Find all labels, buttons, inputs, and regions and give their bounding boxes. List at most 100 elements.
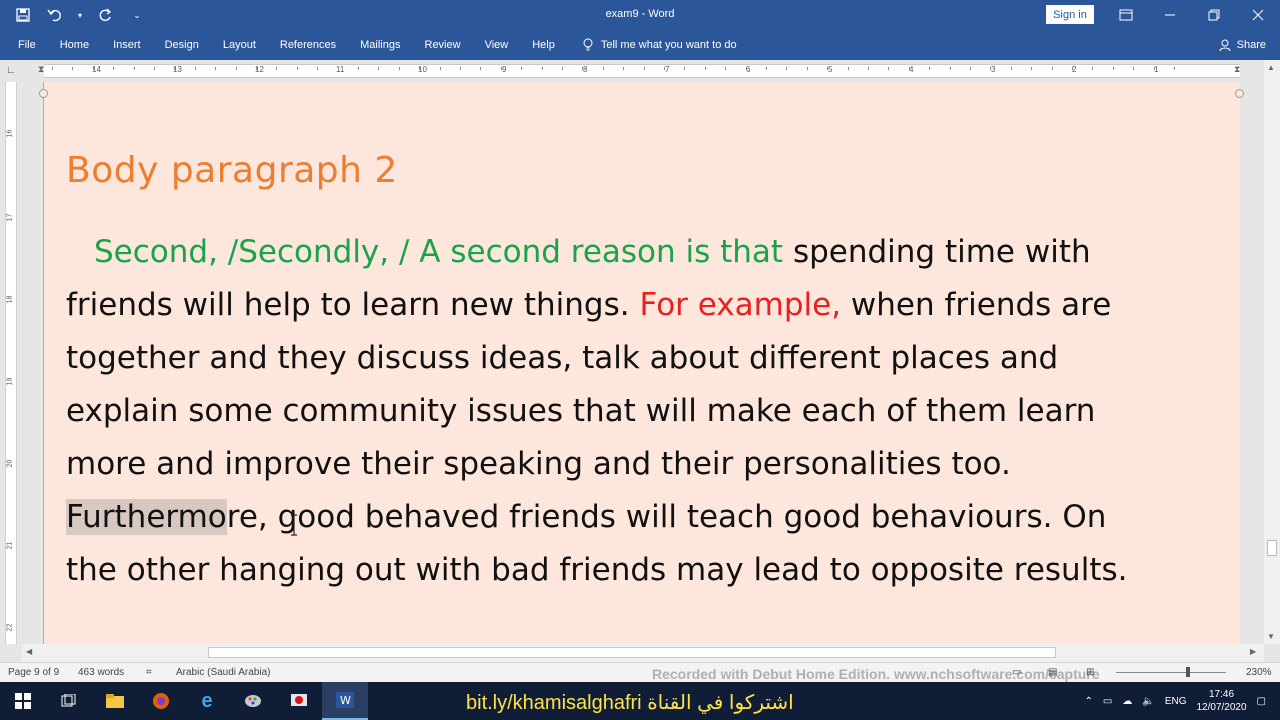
heading-body-paragraph[interactable]: Body paragraph 2 (66, 150, 398, 191)
ruler-tick (480, 67, 482, 70)
minimize-icon[interactable] (1148, 0, 1192, 30)
restore-icon[interactable] (1192, 0, 1236, 30)
selected-text[interactable]: Furthermo (66, 499, 227, 535)
read-mode-icon[interactable]: ▭ (1012, 667, 1021, 678)
document-page[interactable]: Body paragraph 2 Second, /Secondly, / A … (39, 82, 1244, 644)
zoom-knob[interactable] (1186, 667, 1190, 677)
ruler-tick (52, 67, 53, 70)
print-layout-icon[interactable]: ▤ (1048, 667, 1057, 678)
vertical-scrollbar[interactable]: ▲ ▼ (1264, 60, 1280, 644)
tab-layout[interactable]: Layout (211, 30, 268, 60)
ruler-number: 21 (6, 541, 14, 550)
scroll-left-icon[interactable]: ◀ (26, 647, 32, 656)
ruler-tick (72, 67, 74, 70)
ruler-number: 3 (991, 65, 996, 74)
status-bar: Page 9 of 9 463 words ⌗ Arabic (Saudi Ar… (0, 662, 1280, 682)
svg-text:W: W (340, 694, 351, 707)
debut-recorder-icon[interactable] (276, 682, 322, 720)
indent-marker-left-icon[interactable]: ⧗ (38, 64, 44, 75)
vertical-ruler-strip (5, 82, 17, 644)
ruler-tick (643, 67, 645, 70)
ruler-strip (44, 64, 1240, 78)
tab-design[interactable]: Design (153, 30, 211, 60)
internet-explorer-icon[interactable]: e (184, 682, 230, 720)
document-area[interactable]: Body paragraph 2 Second, /Secondly, / A … (22, 82, 1264, 644)
text-run: more and improve their speaking and thei… (66, 446, 1011, 482)
tab-view[interactable]: View (473, 30, 521, 60)
clock[interactable]: 17:46 12/07/2020 (1196, 688, 1246, 714)
firefox-icon[interactable] (138, 682, 184, 720)
windows-start-icon[interactable] (0, 682, 46, 720)
tab-home[interactable]: Home (48, 30, 101, 60)
horizontal-ruler[interactable]: ∟ 14 13 12 11 10 9 8 7 6 5 4 3 2 1 ⧗ ⧗ (0, 60, 1280, 82)
file-explorer-icon[interactable] (92, 682, 138, 720)
web-layout-icon[interactable]: ⊞ (1086, 667, 1094, 678)
ruler-tick (521, 67, 523, 70)
taskbar: e W bit.ly/khamisalghafri اشتركوا في الق… (0, 682, 1280, 720)
text-run: spending time with (783, 234, 1091, 270)
horizontal-scroll-thumb[interactable] (208, 647, 1056, 658)
network-icon[interactable]: ▭ (1103, 696, 1112, 707)
word-count[interactable]: 463 words (78, 667, 124, 678)
sign-in-button[interactable]: Sign in (1046, 5, 1094, 24)
paragraph-line: Second, /Secondly, / A second reason is … (66, 226, 1191, 279)
notifications-icon[interactable]: ▢ (1257, 696, 1266, 707)
ruler-tick (745, 67, 747, 70)
tab-file[interactable]: File (10, 30, 48, 60)
ruler-tick (317, 67, 319, 70)
indent-marker-icon[interactable]: ⧗ (1234, 64, 1240, 75)
zoom-slider[interactable] (1116, 667, 1226, 677)
scroll-thumb[interactable] (1267, 540, 1277, 556)
cloud-icon[interactable]: ☁ (1122, 696, 1132, 707)
ruler-tick (256, 67, 257, 70)
volume-icon[interactable]: 🔈 (1142, 696, 1154, 707)
margin-marker-right (1235, 89, 1244, 98)
lightbulb-icon (583, 38, 593, 51)
task-view-icon[interactable] (46, 682, 92, 720)
ruler-tick (766, 67, 767, 70)
horizontal-scrollbar[interactable]: ◀ ▶ (22, 644, 1264, 662)
ruler-tick (827, 67, 829, 70)
transition-phrase: Second, /Secondly, / A second reason is … (94, 234, 784, 270)
ruler-tick (806, 67, 808, 70)
scroll-down-icon[interactable]: ▼ (1267, 632, 1275, 641)
example-phrase: For example, (639, 287, 842, 323)
zoom-level[interactable]: 230% (1246, 667, 1272, 678)
ribbon-display-options-icon[interactable] (1104, 0, 1148, 30)
share-button[interactable]: Share (1219, 30, 1266, 60)
proofing-icon[interactable]: ⌗ (146, 667, 152, 678)
ruler-tick (113, 67, 115, 70)
tell-me-search[interactable]: Tell me what you want to do (583, 38, 737, 52)
ruler-tick (929, 67, 931, 70)
input-language[interactable]: ENG (1165, 696, 1187, 707)
page-count[interactable]: Page 9 of 9 (8, 667, 59, 678)
paragraph-line: the other hanging out with bad friends m… (66, 544, 1191, 597)
paint-icon[interactable] (230, 682, 276, 720)
tab-selector-icon[interactable]: ∟ (6, 65, 16, 76)
ruler-tick (1051, 67, 1053, 70)
tab-insert[interactable]: Insert (101, 30, 153, 60)
close-icon[interactable] (1236, 0, 1280, 30)
tab-help[interactable]: Help (520, 30, 567, 60)
share-label: Share (1236, 39, 1266, 51)
language-indicator[interactable]: Arabic (Saudi Arabia) (176, 667, 271, 678)
text-run: friends will help to learn new things. (66, 287, 640, 323)
clock-date: 12/07/2020 (1196, 702, 1247, 713)
ruler-number: 7 (665, 65, 670, 74)
ruler-tick (725, 67, 727, 70)
ruler-tick (868, 67, 869, 70)
tab-references[interactable]: References (268, 30, 348, 60)
tab-mailings[interactable]: Mailings (348, 30, 412, 60)
scroll-right-icon[interactable]: ▶ (1250, 647, 1256, 656)
ruler-number: 16 (6, 129, 14, 138)
ruler-tick (154, 67, 155, 70)
body-paragraph[interactable]: Second, /Secondly, / A second reason is … (66, 226, 1191, 597)
word-icon[interactable]: W (322, 682, 368, 720)
ruler-tick (235, 67, 237, 70)
ruler-tick (1092, 67, 1094, 70)
scroll-up-icon[interactable]: ▲ (1267, 63, 1275, 72)
tab-review[interactable]: Review (413, 30, 473, 60)
ruler-number: 8 (583, 65, 588, 74)
chevron-up-icon[interactable]: ⌃ (1085, 696, 1093, 707)
ruler-tick (990, 67, 992, 70)
